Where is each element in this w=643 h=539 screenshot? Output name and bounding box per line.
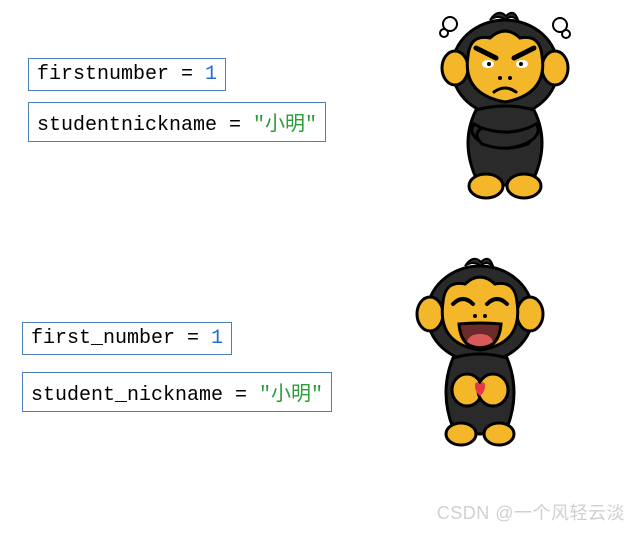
code-line-good-1: first_number = 1	[22, 322, 232, 355]
variable-name: student_nickname	[31, 384, 223, 407]
watermark-text: CSDN @一个风轻云淡	[437, 499, 625, 525]
equals-sign: =	[223, 384, 259, 407]
variable-name: first_number	[31, 327, 175, 350]
value-string: "小明"	[259, 384, 323, 407]
equals-sign: =	[175, 327, 211, 350]
variable-name: studentnickname	[37, 114, 217, 137]
variable-name: firstnumber	[37, 63, 169, 86]
equals-sign: =	[217, 114, 253, 137]
code-line-bad-1: firstnumber = 1	[28, 58, 226, 91]
value-string: "小明"	[253, 114, 317, 137]
code-line-bad-2: studentnickname = "小明"	[28, 102, 326, 142]
equals-sign: =	[169, 63, 205, 86]
happy-monkey-icon	[403, 252, 558, 447]
value-number: 1	[211, 327, 223, 350]
code-line-good-2: student_nickname = "小明"	[22, 372, 332, 412]
value-number: 1	[205, 63, 217, 86]
angry-monkey-icon	[428, 6, 583, 201]
